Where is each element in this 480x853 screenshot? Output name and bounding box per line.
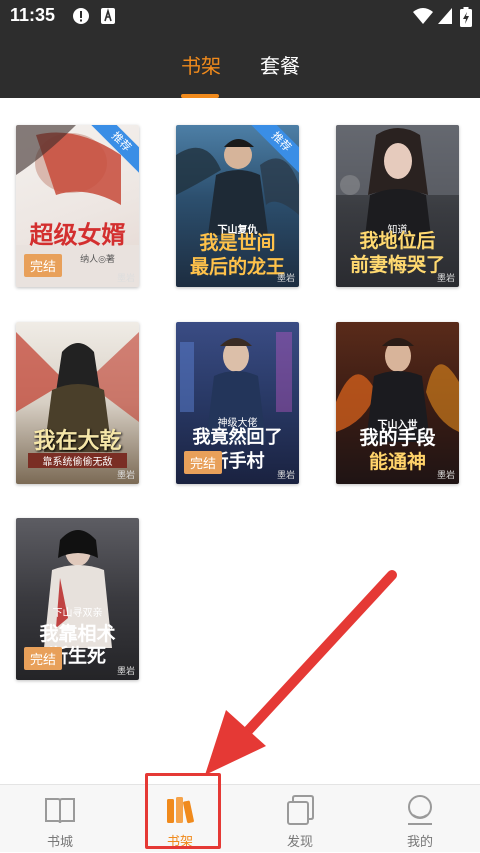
nav-profile[interactable]: 我的: [360, 785, 480, 853]
cards-icon: [287, 795, 314, 825]
annotation-arrow: [205, 570, 397, 775]
profile-icon: [408, 795, 432, 825]
bottom-nav: 书城 书架 发现 我的: [0, 784, 480, 852]
nav-label: 书城: [46, 835, 73, 850]
nav-discover[interactable]: 发现: [240, 785, 360, 853]
nav-label: 我的: [406, 835, 433, 850]
open-book-icon: [45, 798, 75, 824]
nav-bookstore[interactable]: 书城: [0, 785, 120, 853]
annotation-highlight-box: [145, 773, 221, 849]
nav-label: 发现: [286, 835, 313, 850]
